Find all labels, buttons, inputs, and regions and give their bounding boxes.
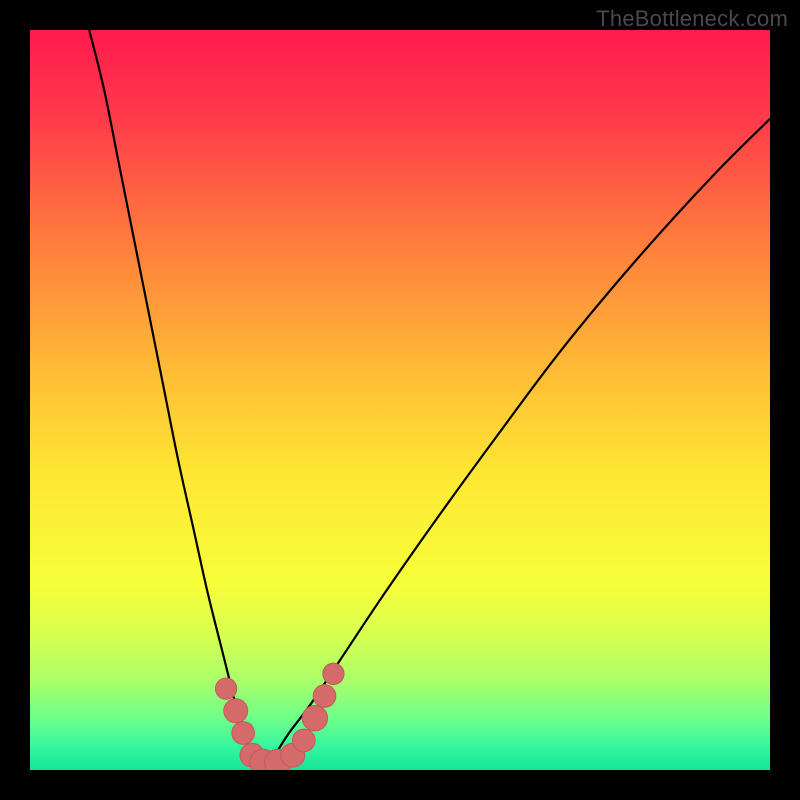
- marker-point: [224, 699, 248, 723]
- chart-frame: TheBottleneck.com: [0, 0, 800, 800]
- marker-point: [323, 663, 344, 684]
- watermark-text: TheBottleneck.com: [596, 6, 788, 32]
- marker-point: [313, 685, 336, 708]
- curve-layer: [30, 30, 770, 770]
- marker-point: [232, 722, 255, 745]
- marker-point: [292, 729, 315, 752]
- highlighted-markers: [215, 663, 344, 770]
- marker-point: [302, 706, 327, 731]
- plot-area: [30, 30, 770, 770]
- marker-point: [215, 678, 236, 699]
- curve-left-branch: [89, 30, 259, 770]
